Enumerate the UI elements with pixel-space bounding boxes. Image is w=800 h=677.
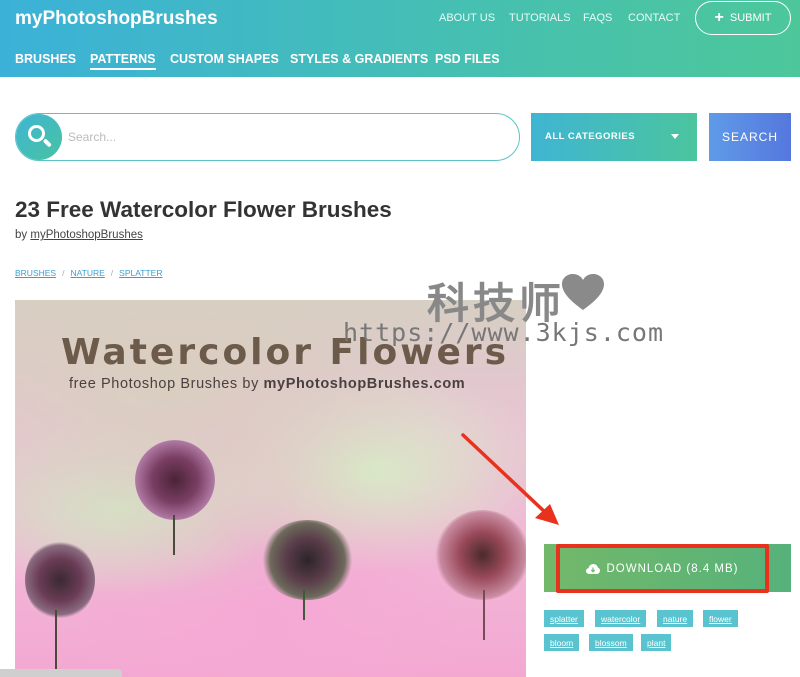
search-button[interactable]: SEARCH — [709, 113, 791, 161]
flower-stem — [55, 610, 57, 670]
submit-label: SUBMIT — [729, 12, 772, 24]
byline: by myPhotoshopBrushes — [15, 229, 143, 241]
nav-tutorials[interactable]: TUTORIALS — [509, 12, 571, 24]
tag-watercolor[interactable]: watercolor — [595, 610, 647, 627]
plus-icon: + — [714, 9, 724, 26]
flower-stem — [303, 590, 305, 620]
tag-plant[interactable]: plant — [641, 634, 672, 651]
download-button[interactable]: DOWNLOAD (8.4 MB) — [556, 544, 769, 593]
flower-stem — [483, 590, 485, 640]
page-title: 23 Free Watercolor Flower Brushes — [15, 197, 392, 222]
nav-patterns[interactable]: PATTERNS — [90, 52, 156, 70]
watermark-url: https://www.3kjs.com — [343, 318, 665, 347]
flower-stem — [173, 515, 175, 555]
breadcrumb-separator: / — [62, 268, 65, 278]
search-icon[interactable] — [16, 114, 62, 160]
tag-nature[interactable]: nature — [657, 610, 694, 627]
tag-flower[interactable]: flower — [703, 610, 738, 627]
nav-styles-gradients[interactable]: STYLES & GRADIENTS — [290, 52, 428, 66]
breadcrumb-splatter[interactable]: SPLATTER — [119, 268, 162, 278]
search-bar — [15, 113, 520, 161]
preview-image-subtitle: free Photoshop Brushes by myPhotoshopBru… — [69, 376, 466, 392]
caret-down-icon — [671, 134, 679, 139]
arrow-annotation — [461, 433, 559, 525]
tag-splatter[interactable]: splatter — [544, 610, 584, 627]
cloud-download-icon — [586, 563, 601, 574]
tag-bloom[interactable]: bloom — [544, 634, 580, 651]
category-select[interactable]: ALL CATEGORIES — [531, 113, 697, 161]
heart-icon — [562, 274, 604, 310]
site-logo[interactable]: myPhotoshopBrushes — [15, 8, 218, 30]
nav-brushes[interactable]: BRUSHES — [15, 52, 76, 66]
nav-psd-files[interactable]: PSD FILES — [435, 52, 500, 66]
flower-illustration — [25, 540, 95, 620]
submit-button[interactable]: + SUBMIT — [695, 1, 791, 35]
nav-faqs[interactable]: FAQS — [583, 12, 612, 24]
browser-status-bar — [0, 669, 122, 677]
category-select-label: ALL CATEGORIES — [545, 131, 636, 142]
site-header: myPhotoshopBrushes ABOUT US TUTORIALS FA… — [0, 0, 800, 77]
preview-image[interactable]: Watercolor Flowers free Photoshop Brushe… — [15, 300, 526, 677]
nav-about-us[interactable]: ABOUT US — [439, 12, 495, 24]
breadcrumb-brushes[interactable]: BRUSHES — [15, 268, 56, 278]
search-input[interactable] — [68, 127, 508, 147]
nav-contact[interactable]: CONTACT — [628, 12, 680, 24]
byline-prefix: by — [15, 229, 28, 241]
nav-custom-shapes[interactable]: CUSTOM SHAPES — [170, 52, 279, 66]
breadcrumb-nature[interactable]: NATURE — [70, 268, 104, 278]
tag-blossom[interactable]: blossom — [589, 634, 633, 651]
breadcrumb: BRUSHES / NATURE / SPLATTER — [15, 268, 162, 278]
flower-illustration — [260, 520, 355, 600]
download-label: DOWNLOAD (8.4 MB) — [606, 562, 739, 575]
flower-illustration — [135, 440, 215, 520]
author-link[interactable]: myPhotoshopBrushes — [30, 229, 143, 241]
breadcrumb-separator: / — [110, 268, 114, 278]
